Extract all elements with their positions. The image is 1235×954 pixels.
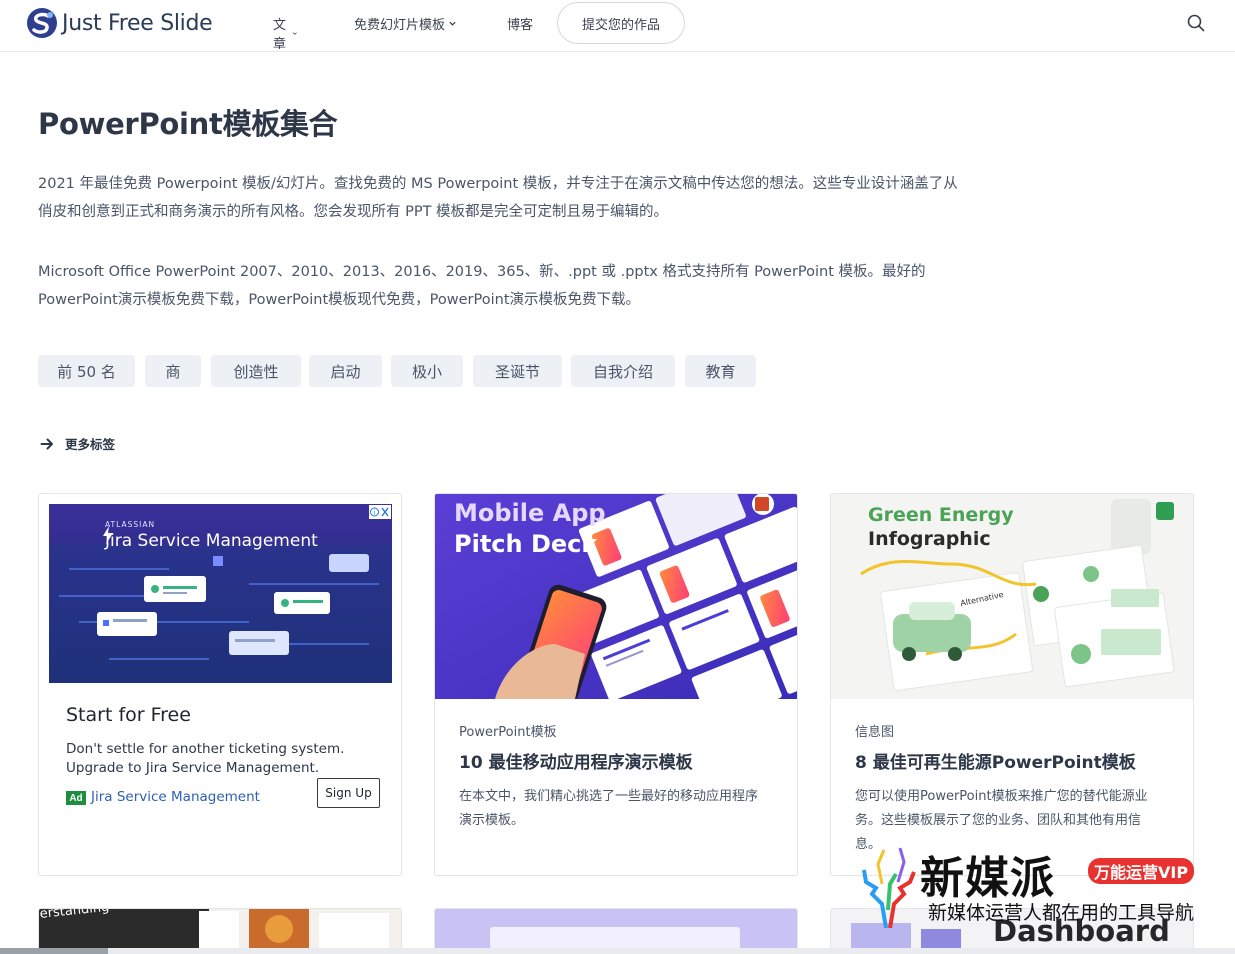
scrollbar-thumb[interactable] (0, 948, 108, 954)
card-category[interactable]: 信息图 (855, 721, 894, 740)
intro-paragraph: Microsoft Office PowerPoint 2007、2010、20… (38, 264, 926, 308)
watermark-name: 新媒派 (920, 853, 1055, 904)
intro-paragraph: 2021 年最佳免费 Powerpoint 模板/幻灯片。查找免费的 MS Po… (38, 176, 958, 220)
tag-startup[interactable]: 启动 (309, 355, 382, 387)
card-description: 在本文中，我们精心挑选了一些最好的移动应用程序演示模板。 (459, 789, 759, 828)
ad-label-badge: Ad (66, 791, 86, 805)
tag-top50[interactable]: 前 50 名 (38, 355, 135, 387)
tag-creative[interactable]: 创造性 (211, 355, 301, 387)
card-title[interactable]: 10 最佳移动应用程序演示模板 (459, 748, 693, 773)
article-card[interactable]: Mobile App Pitch Deck PowerPoint模板 10 最佳… (434, 493, 798, 876)
ad-sponsor-link[interactable]: Jira Service Management (91, 789, 260, 805)
arrow-right-icon (40, 438, 53, 449)
chevron-down-icon (449, 21, 456, 26)
ad-product: Jira Service Management (105, 531, 318, 551)
thumbnail-title-line: Pitch Deck (454, 530, 598, 558)
thumbnail-title-line: Infographic (868, 528, 991, 550)
nav-item-label: 博客 (507, 18, 534, 33)
watermark-overlay: 新媒派 万能运营VIP 新媒体运营人都在用的工具导航 Dashboard (860, 842, 1220, 948)
chevron-down-icon (293, 31, 298, 35)
more-tags-link[interactable]: 更多标签 (40, 434, 115, 453)
page-title: PowerPoint模板集合 (38, 107, 338, 141)
submit-work-button[interactable]: 提交您的作品 (557, 2, 685, 44)
ad-headline[interactable]: Start for Free (66, 704, 191, 726)
thumbnail-title-line: Mobile App (454, 499, 606, 527)
site-header: Just Free Slide 文章 免费幻灯片模板 博客 提交您的作品 (0, 0, 1235, 52)
nav-item-free-templates[interactable]: 免费幻灯片模板 (354, 14, 457, 33)
ad-signup-button[interactable]: Sign Up (317, 778, 380, 808)
nav-item-label: 文章 (273, 18, 287, 52)
ad-brand: ATLASSIAN (105, 520, 156, 529)
card-thumbnail[interactable]: Mobile App Pitch Deck (435, 494, 797, 699)
tag-minimal[interactable]: 极小 (391, 355, 463, 387)
deer-logo-icon (862, 847, 916, 928)
search-icon[interactable] (1186, 13, 1206, 33)
ad-body: Don't settle for another ticketing syste… (66, 741, 345, 776)
logo-text: Just Free Slide (62, 10, 213, 36)
watermark-badge: 万能运营VIP (1088, 858, 1195, 884)
nav-item-blog[interactable]: 博客 (507, 14, 533, 33)
more-tags-label: 更多标签 (65, 437, 116, 452)
nav-item-label: 免费幻灯片模板 (354, 18, 446, 33)
thumbnail-title-line: Green Energy (868, 504, 1014, 526)
adchoices-icon[interactable]: i (369, 505, 391, 519)
ad-card[interactable]: ATLASSIAN Jira Service Management i Star… (38, 493, 402, 876)
tag-education[interactable]: 教育 (685, 355, 756, 387)
tag-christmas[interactable]: 圣诞节 (473, 355, 562, 387)
nav-item-articles[interactable]: 文章 (273, 14, 298, 52)
card-thumbnail (435, 909, 797, 949)
watermark-dashboard: Dashboard (993, 914, 1170, 948)
article-card[interactable]: Alternative Green Energy Infographic 信息图… (830, 493, 1194, 876)
ad-banner-image[interactable]: ATLASSIAN Jira Service Management i (49, 504, 392, 683)
card-title[interactable]: 8 最佳可再生能源PowerPoint模板 (855, 748, 1136, 773)
card-thumbnail[interactable]: Alternative Green Energy Infographic (831, 494, 1193, 699)
site-logo[interactable]: Just Free Slide (26, 7, 213, 39)
card-category[interactable]: PowerPoint模板 (459, 721, 557, 740)
logo-icon (27, 8, 57, 38)
tag-self-intro[interactable]: 自我介绍 (571, 355, 675, 387)
horizontal-scrollbar[interactable] (0, 948, 1235, 954)
thumbnail-title: Mobile App Pitch Deck (454, 498, 606, 560)
tag-business[interactable]: 商 (145, 355, 201, 387)
